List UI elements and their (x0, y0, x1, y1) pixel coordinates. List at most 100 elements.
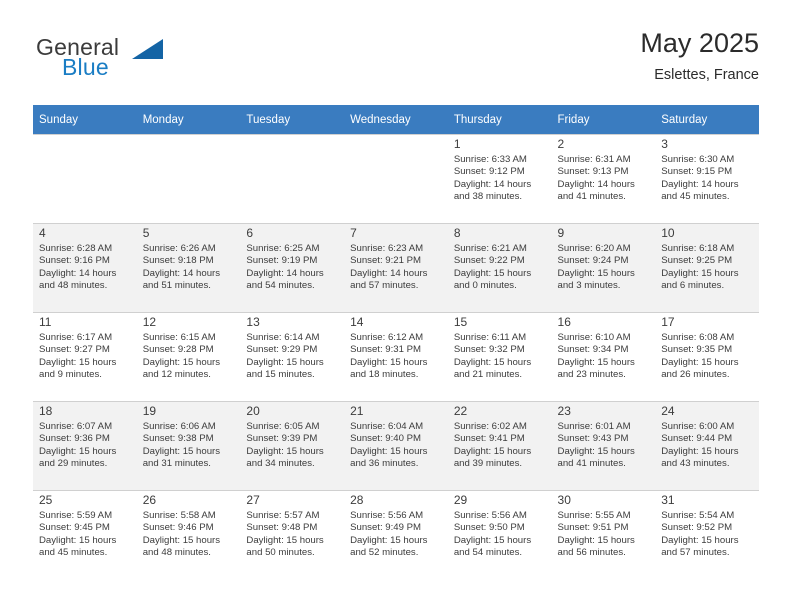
calendar-day-cell[interactable]: 5 Sunrise: 6:26 AM Sunset: 9:18 PM Daylight… (136, 223, 241, 312)
cell-divider (447, 490, 552, 491)
cell-divider (551, 223, 656, 224)
calendar-page: General Blue May 2025 Eslettes, France S… (0, 0, 792, 612)
calendar-day-cell[interactable]: 23 Sunrise: 6:01 AM Sunset: 9:43 PM Dayligh… (551, 401, 656, 490)
sunrise-text: Sunrise: 5:58 AM (142, 510, 216, 521)
weekday-header-wednesday: Wednesday (344, 105, 448, 134)
calendar-day-cell[interactable] (240, 134, 345, 223)
calendar-day-cell[interactable]: 8 Sunrise: 6:21 AM Sunset: 9:22 PM Daylight… (447, 223, 552, 312)
calendar-day-cell[interactable]: 15 Sunrise: 6:11 AM Sunset: 9:32 PM Dayligh… (447, 312, 552, 401)
daylight-text: and 36 minutes. (350, 458, 419, 470)
sunset-text: Sunset: 9:36 PM (39, 433, 110, 445)
calendar-day-cell[interactable]: 25 Sunrise: 5:59 AM Sunset: 9:45 PM Dayligh… (33, 490, 137, 579)
daylight-text: and 38 minutes. (453, 191, 523, 203)
day-number: 2 (557, 137, 565, 151)
calendar-day-cell[interactable]: 26 Sunrise: 5:58 AM Sunset: 9:46 PM Dayligh… (136, 490, 241, 579)
calendar-day-cell[interactable]: 6 Sunrise: 6:25 AM Sunset: 9:19 PM Daylight… (240, 223, 345, 312)
calendar-day-cell[interactable]: 3 Sunrise: 6:30 AM Sunset: 9:15 PM Daylight… (655, 134, 759, 223)
calendar-day-cell[interactable]: 10 Sunrise: 6:18 AM Sunset: 9:25 PM Dayligh… (655, 223, 759, 312)
calendar-day-cell[interactable]: 22 Sunrise: 6:02 AM Sunset: 9:41 PM Dayligh… (447, 401, 552, 490)
daylight-text: and 45 minutes. (39, 547, 108, 559)
calendar-day-cell[interactable]: 1 Sunrise: 6:33 AM Sunset: 9:12 PM Daylight… (447, 134, 552, 223)
calendar-day-content (240, 134, 345, 223)
cell-divider (655, 223, 759, 224)
cell-divider (344, 490, 448, 491)
daylight-text: and 34 minutes. (246, 458, 315, 470)
calendar-day-cell[interactable]: 21 Sunrise: 6:04 AM Sunset: 9:40 PM Dayligh… (344, 401, 448, 490)
calendar-day-content (136, 134, 241, 223)
weekday-header-friday: Friday (551, 105, 656, 134)
daylight-text: Daylight: 15 hours (142, 356, 221, 368)
sunset-text: Sunset: 9:12 PM (453, 166, 525, 178)
page-subtitle-location: Eslettes, France (654, 67, 759, 83)
calendar-day-cell[interactable]: 2 Sunrise: 6:31 AM Sunset: 9:13 PM Daylight… (551, 134, 656, 223)
sunset-text: Sunset: 9:16 PM (39, 255, 110, 267)
daylight-text: and 48 minutes. (39, 280, 108, 292)
calendar-day-content: 27 Sunrise: 5:57 AM Sunset: 9:48 PM Dayligh… (240, 490, 345, 579)
daylight-text: Daylight: 15 hours (246, 534, 324, 546)
day-number: 8 (453, 226, 461, 240)
calendar-day-cell[interactable]: 14 Sunrise: 6:12 AM Sunset: 9:31 PM Dayligh… (344, 312, 448, 401)
calendar-day-cell[interactable]: 18 Sunrise: 6:07 AM Sunset: 9:36 PM Dayligh… (33, 401, 137, 490)
calendar-day-cell[interactable]: 4 Sunrise: 6:28 AM Sunset: 9:16 PM Daylight… (33, 223, 137, 312)
cell-divider (655, 490, 759, 491)
calendar-day-cell[interactable] (136, 134, 241, 223)
calendar-day-cell[interactable]: 19 Sunrise: 6:06 AM Sunset: 9:38 PM Dayligh… (136, 401, 241, 490)
daylight-text: Daylight: 15 hours (557, 534, 635, 546)
day-number: 5 (142, 226, 150, 240)
calendar-day-cell[interactable]: 9 Sunrise: 6:20 AM Sunset: 9:24 PM Daylight… (551, 223, 656, 312)
calendar-day-cell[interactable]: 11 Sunrise: 6:17 AM Sunset: 9:27 PM Dayligh… (33, 312, 137, 401)
calendar-week-row: 4 Sunrise: 6:28 AM Sunset: 9:16 PM Daylight… (33, 223, 759, 312)
day-number: 23 (557, 404, 571, 418)
daylight-text: and 6 minutes. (661, 280, 725, 292)
sunset-text: Sunset: 9:38 PM (142, 433, 214, 445)
cell-divider (240, 401, 345, 402)
sunset-text: Sunset: 9:22 PM (453, 255, 525, 267)
calendar-day-cell[interactable]: 16 Sunrise: 6:10 AM Sunset: 9:34 PM Dayligh… (551, 312, 656, 401)
calendar-day-cell[interactable]: 12 Sunrise: 6:15 AM Sunset: 9:28 PM Dayligh… (136, 312, 241, 401)
day-number: 19 (142, 404, 157, 418)
calendar-day-cell[interactable] (33, 134, 137, 223)
calendar-day-cell[interactable]: 29 Sunrise: 5:56 AM Sunset: 9:50 PM Dayligh… (447, 490, 552, 579)
day-number: 20 (246, 404, 260, 418)
calendar-day-cell[interactable]: 24 Sunrise: 6:00 AM Sunset: 9:44 PM Dayligh… (655, 401, 759, 490)
sunrise-text: Sunrise: 5:56 AM (453, 510, 527, 521)
daylight-text: and 48 minutes. (142, 547, 211, 559)
sunset-text: Sunset: 9:21 PM (350, 255, 422, 267)
sunset-text: Sunset: 9:28 PM (142, 344, 214, 356)
page-header: General Blue May 2025 Eslettes, France (33, 26, 759, 98)
cell-divider (655, 312, 759, 313)
calendar-day-content: 7 Sunrise: 6:23 AM Sunset: 9:21 PM Daylight… (344, 223, 448, 312)
calendar-day-cell[interactable]: 20 Sunrise: 6:05 AM Sunset: 9:39 PM Dayligh… (240, 401, 345, 490)
sunrise-text: Sunrise: 6:18 AM (661, 243, 735, 254)
sunrise-text: Sunrise: 5:59 AM (39, 510, 113, 521)
cell-divider (344, 401, 448, 402)
calendar-grid: Sunday Monday Tuesday Wednesday Thursday… (33, 105, 759, 579)
sunset-text: Sunset: 9:52 PM (661, 522, 733, 534)
daylight-text: Daylight: 15 hours (350, 445, 428, 457)
daylight-text: and 52 minutes. (350, 547, 419, 559)
sunset-text: Sunset: 9:29 PM (246, 344, 318, 356)
daylight-text: and 50 minutes. (246, 547, 315, 559)
general-blue-logo[interactable]: General Blue (33, 34, 253, 90)
calendar-day-cell[interactable]: 28 Sunrise: 5:56 AM Sunset: 9:49 PM Dayligh… (344, 490, 448, 579)
calendar-day-cell[interactable]: 30 Sunrise: 5:55 AM Sunset: 9:51 PM Dayligh… (551, 490, 656, 579)
calendar-day-cell[interactable]: 17 Sunrise: 6:08 AM Sunset: 9:35 PM Dayligh… (655, 312, 759, 401)
calendar-day-cell[interactable]: 31 Sunrise: 5:54 AM Sunset: 9:52 PM Dayligh… (655, 490, 759, 579)
sunset-text: Sunset: 9:49 PM (350, 522, 422, 534)
sunrise-text: Sunrise: 6:00 AM (661, 421, 735, 432)
sunrise-text: Sunrise: 6:15 AM (142, 332, 216, 343)
calendar-day-content (344, 134, 448, 223)
sunset-text: Sunset: 9:35 PM (661, 344, 733, 356)
calendar-day-cell[interactable]: 27 Sunrise: 5:57 AM Sunset: 9:48 PM Dayligh… (240, 490, 345, 579)
daylight-text: Daylight: 14 hours (39, 267, 117, 279)
calendar-day-cell[interactable] (344, 134, 448, 223)
daylight-text: Daylight: 15 hours (246, 356, 324, 368)
sunset-text: Sunset: 9:41 PM (453, 433, 525, 445)
sunrise-text: Sunrise: 6:28 AM (39, 243, 113, 254)
calendar-day-cell[interactable]: 7 Sunrise: 6:23 AM Sunset: 9:21 PM Daylight… (344, 223, 448, 312)
calendar-day-cell[interactable]: 13 Sunrise: 6:14 AM Sunset: 9:29 PM Dayligh… (240, 312, 345, 401)
cell-divider (33, 490, 137, 491)
sunset-text: Sunset: 9:13 PM (557, 166, 629, 178)
calendar-day-content: 31 Sunrise: 5:54 AM Sunset: 9:52 PM Dayligh… (655, 490, 759, 579)
calendar-week-row: 11 Sunrise: 6:17 AM Sunset: 9:27 PM Dayligh… (33, 312, 759, 401)
